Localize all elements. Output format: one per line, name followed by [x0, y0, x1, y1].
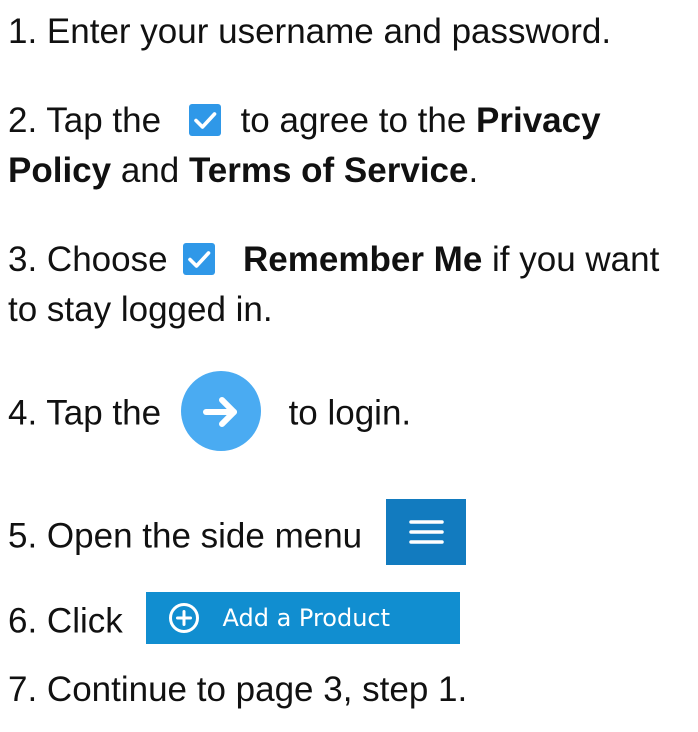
step-4: 4. Tap the to login.: [8, 371, 412, 455]
add-product-button: Add a Product: [146, 592, 461, 644]
step-4-suffix: to login.: [288, 393, 412, 433]
checkbox-checked-icon: [188, 103, 221, 136]
step-3: 3. Choose Remember Me if you want: [8, 236, 659, 284]
step-7: 7. Continue to page 3, step 1.: [8, 666, 467, 714]
step-2-and: and: [120, 151, 180, 190]
arrow-right-icon: [180, 371, 261, 451]
step-2-end: .: [468, 151, 479, 190]
step-3-line-2: to stay logged in.: [8, 286, 273, 334]
step-1-text: 1. Enter your username and password.: [8, 12, 612, 51]
terms-of-service: Terms of Service: [188, 151, 469, 190]
hamburger-menu-icon: [385, 499, 466, 565]
step-1: 1. Enter your username and password.: [8, 8, 611, 56]
step-2-middle: to agree to the: [240, 101, 467, 140]
step-2-prefix: 2. Tap the: [8, 101, 162, 140]
plus-circle-icon: [168, 602, 200, 634]
step-6-prefix: 6. Click: [8, 601, 123, 641]
policy-word: Policy: [8, 151, 112, 190]
step-2: 2. Tap the to agree to the Privacy: [8, 97, 601, 145]
step-6: 6. Click Add a Product: [8, 592, 461, 649]
step-5-text: 5. Open the side menu: [8, 516, 363, 556]
step-2-line-2: Policy and Terms of Service.: [8, 147, 478, 195]
add-product-label: Add a Product: [222, 604, 391, 632]
step-5: 5. Open the side menu: [8, 499, 466, 571]
remember-me-label: Remember Me: [243, 240, 483, 279]
step-3-line-2-text: to stay logged in.: [8, 290, 273, 329]
privacy-word: Privacy: [476, 101, 601, 140]
checkbox-checked-icon: [183, 242, 216, 275]
step-7-text: 7. Continue to page 3, step 1.: [8, 670, 468, 709]
step-3-prefix: 3. Choose: [8, 240, 168, 279]
step-4-prefix: 4. Tap the: [8, 393, 162, 433]
step-3-suffix: if you want: [492, 240, 660, 279]
